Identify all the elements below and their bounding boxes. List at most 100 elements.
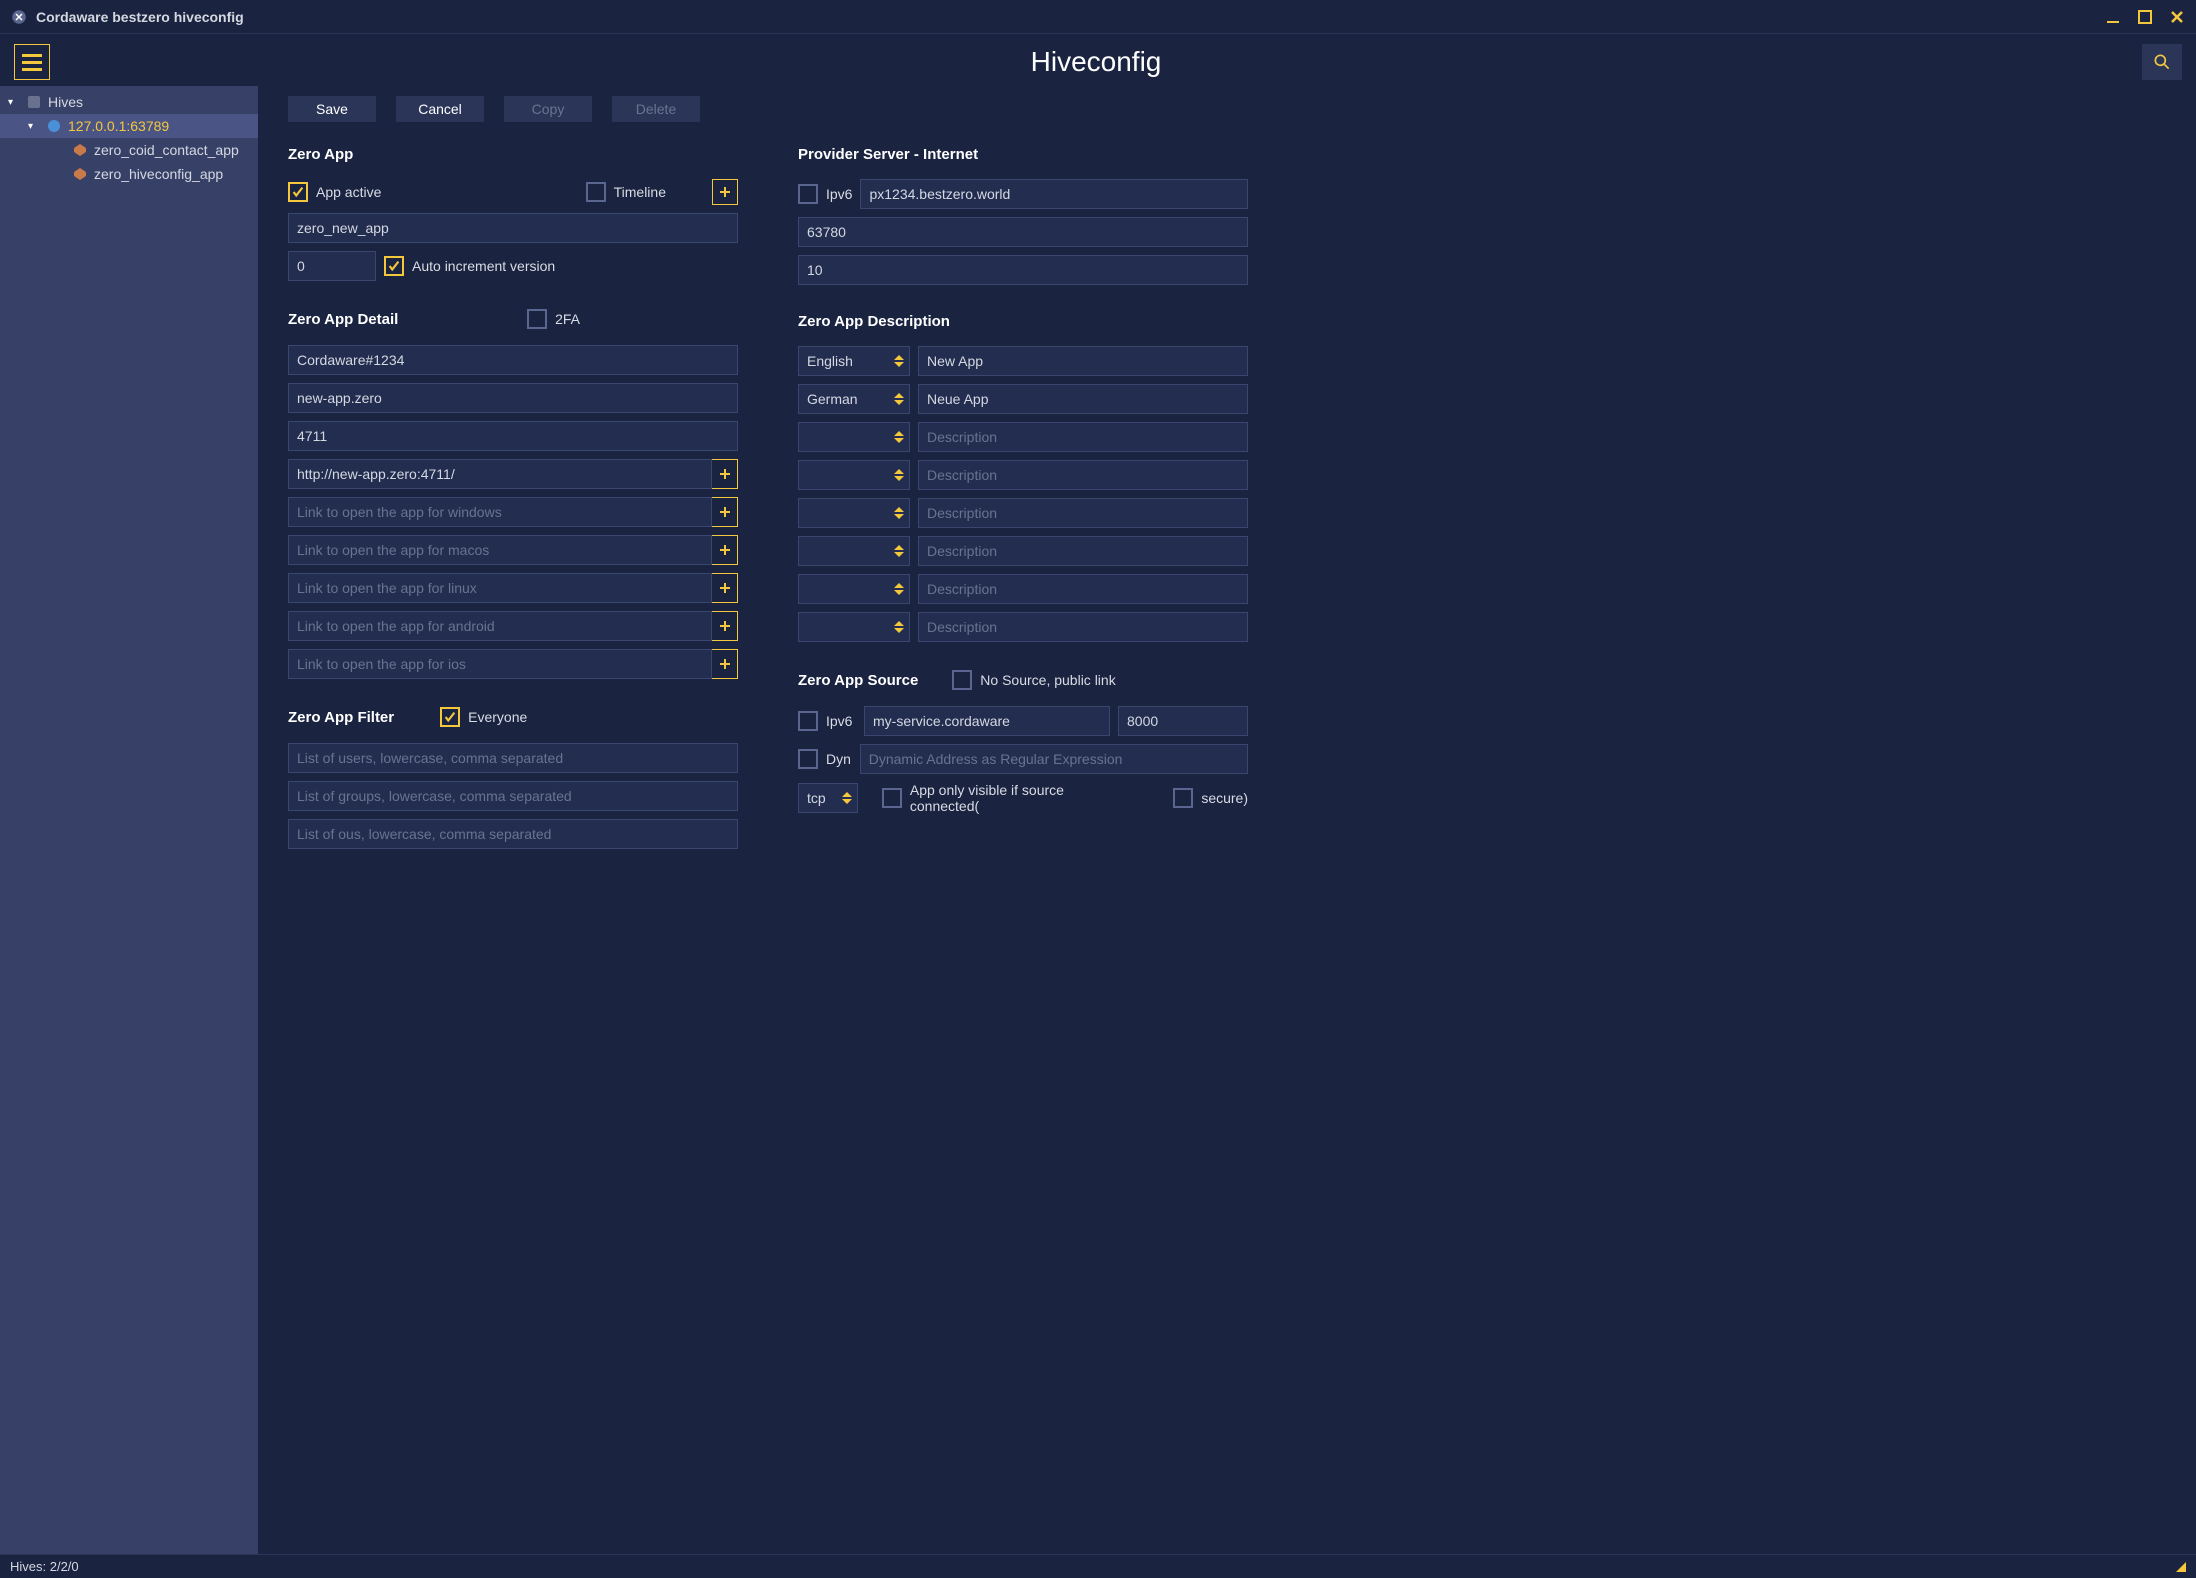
detail-title: Zero App Detail xyxy=(288,311,398,328)
app-icon xyxy=(10,8,28,26)
lang-select-6[interactable] xyxy=(798,536,910,566)
resize-grip-icon[interactable] xyxy=(2176,1562,2186,1572)
add-link-ios-button[interactable] xyxy=(712,649,738,679)
minimize-icon[interactable] xyxy=(2104,8,2122,26)
filter-ous-input[interactable] xyxy=(288,819,738,849)
filter-groups-input[interactable] xyxy=(288,781,738,811)
maximize-icon[interactable] xyxy=(2136,8,2154,26)
add-link-macos-button[interactable] xyxy=(712,535,738,565)
tree-leaf-app2-label: zero_hiveconfig_app xyxy=(94,166,223,182)
lang-select-4[interactable] xyxy=(798,460,910,490)
save-button[interactable]: Save xyxy=(288,96,376,122)
add-link-windows-button[interactable] xyxy=(712,497,738,527)
desc-input-5[interactable] xyxy=(918,498,1248,528)
main-content: Save Cancel Copy Delete Zero App App act… xyxy=(258,86,2196,1554)
tree-node-host-label: 127.0.0.1:63789 xyxy=(68,118,169,134)
tree-leaf-app2[interactable]: zero_hiveconfig_app xyxy=(0,162,258,186)
filter-users-input[interactable] xyxy=(288,743,738,773)
close-icon[interactable] xyxy=(2168,8,2186,26)
no-source-label: No Source, public link xyxy=(980,672,1115,688)
link-android-input[interactable] xyxy=(288,611,712,641)
add-link-android-button[interactable] xyxy=(712,611,738,641)
secure-label: secure) xyxy=(1201,790,1248,806)
lang-select-english[interactable] xyxy=(798,346,910,376)
spinner-icon[interactable] xyxy=(894,355,904,367)
app-name-input[interactable] xyxy=(288,213,738,243)
section-zero-app: Zero App App active Timeline xyxy=(288,146,738,281)
no-source-checkbox[interactable] xyxy=(952,670,972,690)
detail-input-3[interactable] xyxy=(288,421,738,451)
section-source: Zero App Source No Source, public link I… xyxy=(798,670,1248,814)
add-url-button[interactable] xyxy=(712,459,738,489)
toolbar: Save Cancel Copy Delete xyxy=(288,96,2176,122)
detail-input-1[interactable] xyxy=(288,345,738,375)
dyn-checkbox[interactable] xyxy=(798,749,818,769)
desc-german-input[interactable] xyxy=(918,384,1248,414)
app-icon xyxy=(72,142,88,158)
link-macos-input[interactable] xyxy=(288,535,712,565)
version-input[interactable] xyxy=(288,251,376,281)
chevron-down-icon[interactable]: ▾ xyxy=(28,121,40,132)
link-ios-input[interactable] xyxy=(288,649,712,679)
source-ipv6-checkbox[interactable] xyxy=(798,711,818,731)
provider-val3-input[interactable] xyxy=(798,255,1248,285)
add-button[interactable] xyxy=(712,179,738,205)
lang-select-german[interactable] xyxy=(798,384,910,414)
desc-input-6[interactable] xyxy=(918,536,1248,566)
section-zero-app-filter: Zero App Filter Everyone xyxy=(288,707,738,849)
spinner-icon[interactable] xyxy=(894,507,904,519)
app-only-checkbox[interactable] xyxy=(882,788,902,808)
page-title: Hiveconfig xyxy=(50,46,2142,78)
everyone-label: Everyone xyxy=(468,709,527,725)
source-host-input[interactable] xyxy=(864,706,1110,736)
everyone-checkbox[interactable] xyxy=(440,707,460,727)
provider-port-input[interactable] xyxy=(798,217,1248,247)
status-text: Hives: 2/2/0 xyxy=(10,1559,79,1574)
cancel-button[interactable]: Cancel xyxy=(396,96,484,122)
link-windows-input[interactable] xyxy=(288,497,712,527)
desc-input-3[interactable] xyxy=(918,422,1248,452)
secure-checkbox[interactable] xyxy=(1173,788,1193,808)
tree-root-hives[interactable]: ▾ Hives xyxy=(0,90,258,114)
lang-select-3[interactable] xyxy=(798,422,910,452)
timeline-checkbox[interactable] xyxy=(586,182,606,202)
source-port-input[interactable] xyxy=(1118,706,1248,736)
provider-ipv6-checkbox[interactable] xyxy=(798,184,818,204)
desc-input-7[interactable] xyxy=(918,574,1248,604)
add-link-linux-button[interactable] xyxy=(712,573,738,603)
provider-title: Provider Server - Internet xyxy=(798,146,1248,163)
desc-english-input[interactable] xyxy=(918,346,1248,376)
link-linux-input[interactable] xyxy=(288,573,712,603)
section-provider: Provider Server - Internet Ipv6 xyxy=(798,146,1248,285)
provider-host-input[interactable] xyxy=(860,179,1248,209)
desc-input-4[interactable] xyxy=(918,460,1248,490)
lang-select-5[interactable] xyxy=(798,498,910,528)
tree-leaf-app1[interactable]: zero_coid_contact_app xyxy=(0,138,258,162)
protocol-select[interactable] xyxy=(798,783,858,813)
detail-input-2[interactable] xyxy=(288,383,738,413)
spinner-icon[interactable] xyxy=(894,469,904,481)
tree-node-host[interactable]: ▾ 127.0.0.1:63789 xyxy=(0,114,258,138)
hives-icon xyxy=(26,94,42,110)
lang-select-8[interactable] xyxy=(798,612,910,642)
app-active-checkbox[interactable] xyxy=(288,182,308,202)
spinner-icon[interactable] xyxy=(894,431,904,443)
search-button[interactable] xyxy=(2142,44,2182,80)
auto-increment-checkbox[interactable] xyxy=(384,256,404,276)
dyn-input[interactable] xyxy=(860,744,1248,774)
spinner-icon[interactable] xyxy=(842,792,852,804)
copy-button[interactable]: Copy xyxy=(504,96,592,122)
desc-input-8[interactable] xyxy=(918,612,1248,642)
lang-select-7[interactable] xyxy=(798,574,910,604)
chevron-down-icon[interactable]: ▾ xyxy=(8,97,20,108)
app-only-label: App only visible if source connected( xyxy=(910,782,1134,814)
search-icon xyxy=(2152,52,2172,72)
detail-url-input[interactable] xyxy=(288,459,712,489)
twofa-checkbox[interactable] xyxy=(527,309,547,329)
delete-button[interactable]: Delete xyxy=(612,96,700,122)
menu-icon[interactable] xyxy=(14,44,50,80)
spinner-icon[interactable] xyxy=(894,583,904,595)
spinner-icon[interactable] xyxy=(894,393,904,405)
spinner-icon[interactable] xyxy=(894,545,904,557)
spinner-icon[interactable] xyxy=(894,621,904,633)
